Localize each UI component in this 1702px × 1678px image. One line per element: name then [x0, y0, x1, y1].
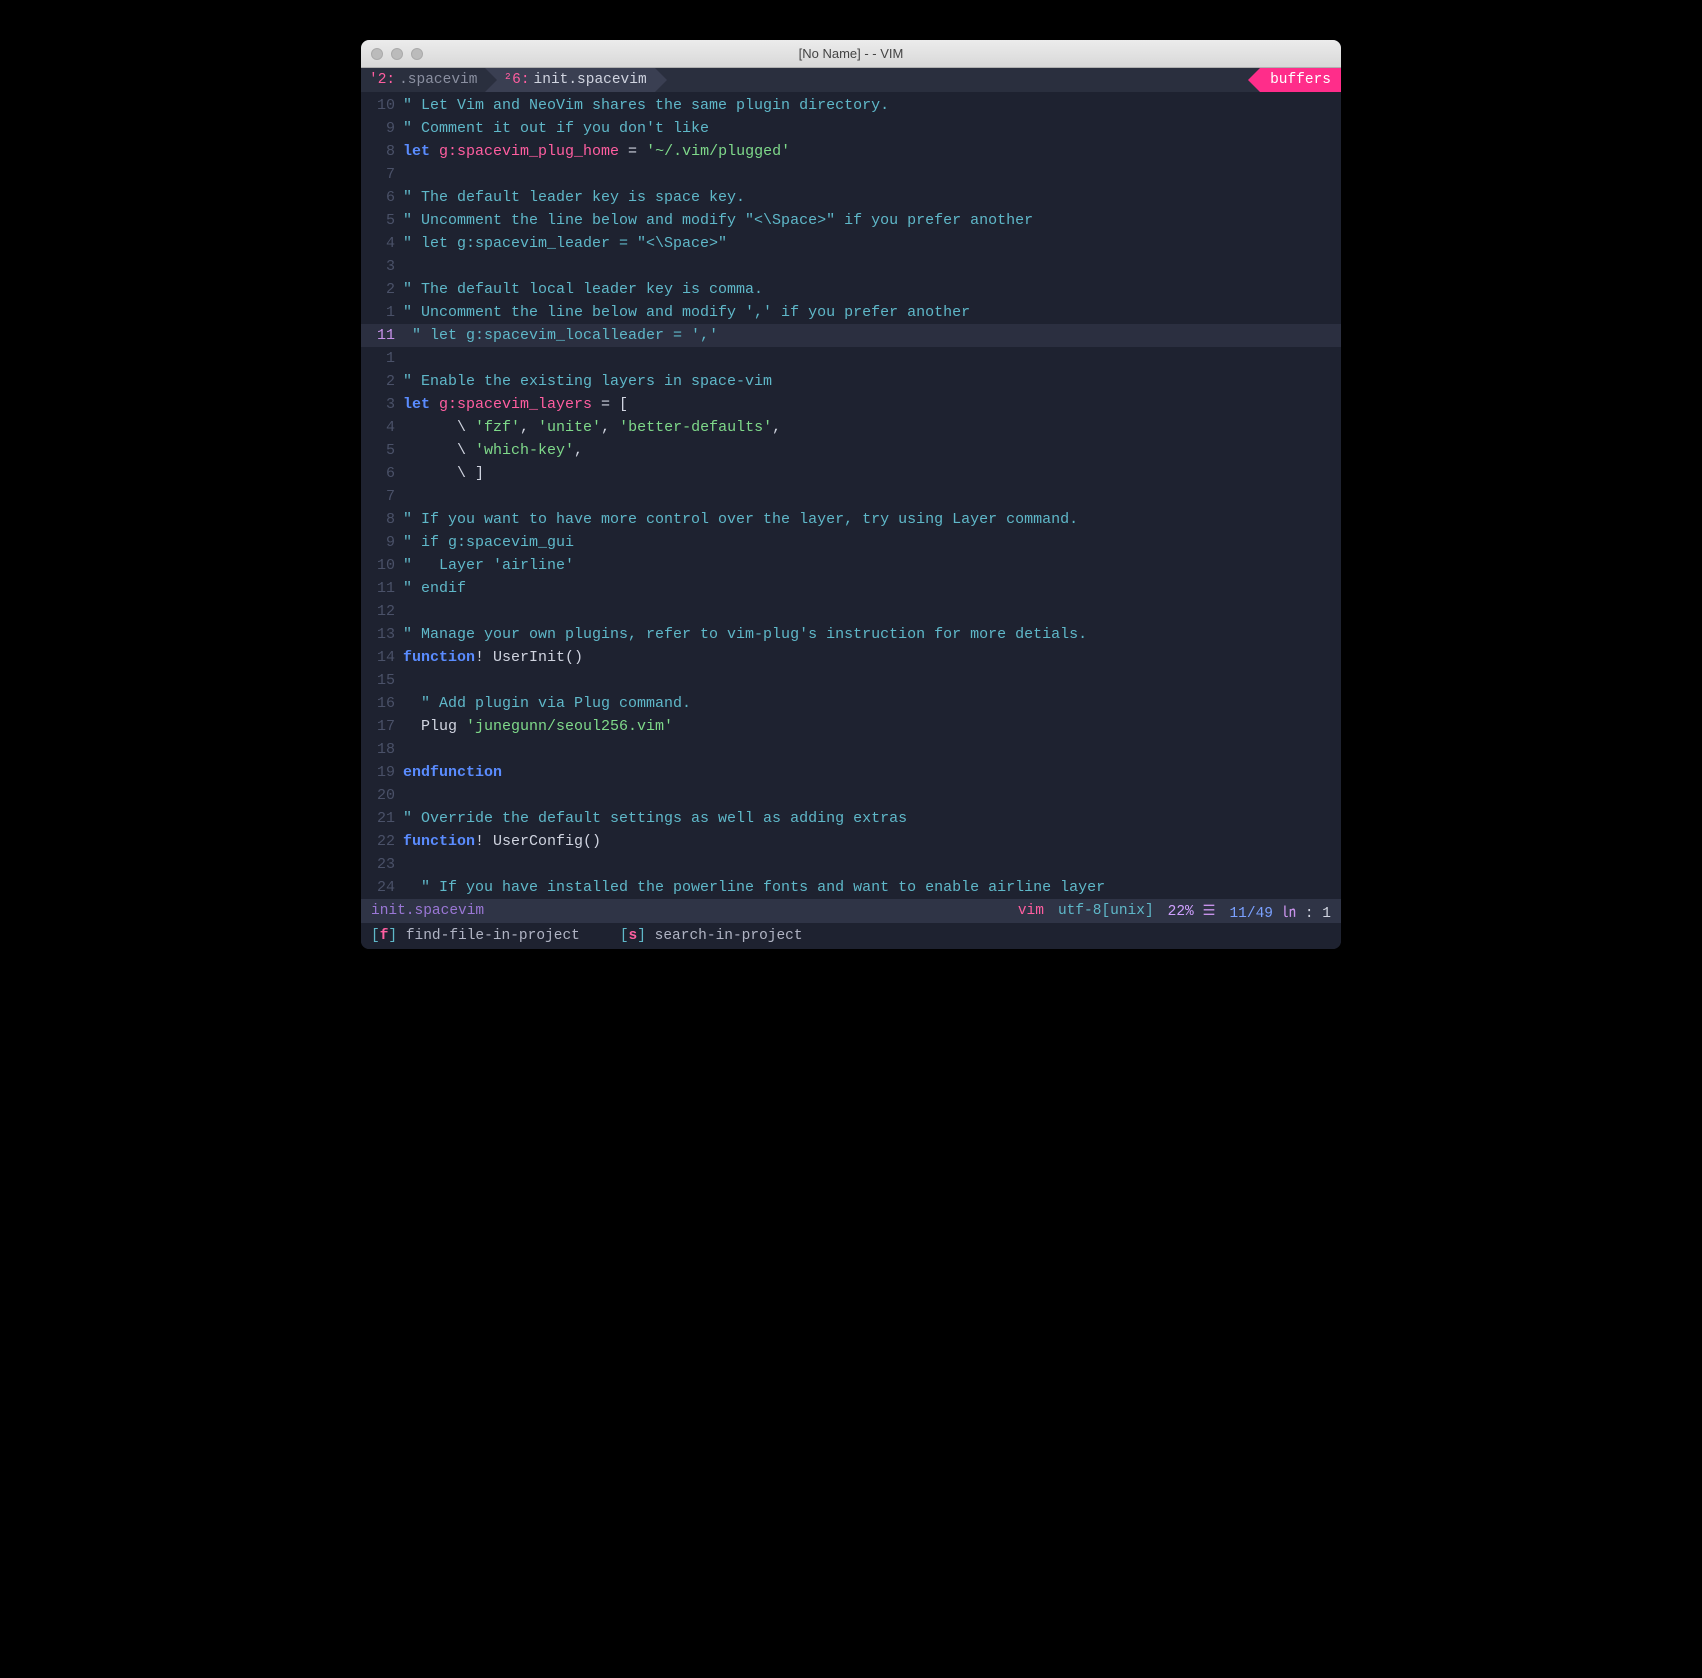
code-line: " let g:spacevim_localleader = ','	[403, 324, 1341, 347]
line-number: 2	[361, 370, 403, 393]
line-number: 2	[361, 278, 403, 301]
tab-label: .spacevim	[399, 72, 477, 88]
buffers-label: buffers	[1270, 72, 1331, 88]
code-line	[403, 738, 1341, 761]
code-line: " if g:spacevim_gui	[403, 531, 1341, 554]
code-line: " Layer 'airline'	[403, 554, 1341, 577]
code-line: let g:spacevim_layers = [	[403, 393, 1341, 416]
code-line: " Comment it out if you don't like	[403, 117, 1341, 140]
line-number: 7	[361, 163, 403, 186]
line-number: 22	[361, 830, 403, 853]
window-title: [No Name] - - VIM	[361, 46, 1341, 61]
line-number: 19	[361, 761, 403, 784]
code-line	[403, 347, 1341, 370]
code-line: " If you have installed the powerline fo…	[403, 876, 1341, 899]
line-number: 6	[361, 186, 403, 209]
code-line	[403, 853, 1341, 876]
tab-index: '2:	[369, 72, 395, 88]
code-line: \ 'fzf', 'unite', 'better-defaults',	[403, 416, 1341, 439]
code-line: " Uncomment the line below and modify "<…	[403, 209, 1341, 232]
status-filename: init.spacevim	[371, 903, 484, 919]
code-line: " Override the default settings as well …	[403, 807, 1341, 830]
line-number: 16	[361, 692, 403, 715]
buffers-indicator[interactable]: buffers	[1260, 68, 1341, 92]
line-number: 9	[361, 117, 403, 140]
code-line	[403, 600, 1341, 623]
code-line: " Add plugin via Plug command.	[403, 692, 1341, 715]
code-line: " let g:spacevim_leader = "<\Space>"	[403, 232, 1341, 255]
code-line: \ 'which-key',	[403, 439, 1341, 462]
code-line: " The default leader key is space key.	[403, 186, 1341, 209]
leader-find-file[interactable]: [f] find-file-in-project	[371, 928, 580, 944]
line-number: 1	[361, 301, 403, 324]
editor-viewport[interactable]: 10" Let Vim and NeoVim shares the same p…	[361, 92, 1341, 899]
line-number: 3	[361, 255, 403, 278]
tab-separator-icon	[655, 68, 667, 92]
code-line	[403, 784, 1341, 807]
tab-separator-icon	[485, 68, 497, 92]
code-line: " Uncomment the line below and modify ',…	[403, 301, 1341, 324]
code-line: Plug 'junegunn/seoul256.vim'	[403, 715, 1341, 738]
code-line: let g:spacevim_plug_home = '~/.vim/plugg…	[403, 140, 1341, 163]
line-number: 14	[361, 646, 403, 669]
app-window: [No Name] - - VIM '2: .spacevim ²6: init…	[361, 40, 1341, 949]
code-line: " Let Vim and NeoVim shares the same plu…	[403, 94, 1341, 117]
status-percent: 22% ☰	[1168, 903, 1216, 920]
line-number: 4	[361, 416, 403, 439]
leader-guide: [f] find-file-in-project [s] search-in-p…	[361, 923, 1341, 949]
status-encoding: utf-8[unix]	[1058, 903, 1154, 919]
code-line: " endif	[403, 577, 1341, 600]
code-line: function! UserConfig()	[403, 830, 1341, 853]
line-number: 5	[361, 439, 403, 462]
code-line: " Enable the existing layers in space-vi…	[403, 370, 1341, 393]
line-number: 5	[361, 209, 403, 232]
line-number: 12	[361, 600, 403, 623]
code-line	[403, 485, 1341, 508]
line-number: 24	[361, 876, 403, 899]
line-number: 9	[361, 531, 403, 554]
tab-index: ²6:	[503, 72, 529, 88]
tab-spacevim[interactable]: '2: .spacevim	[361, 68, 485, 92]
code-line: " If you want to have more control over …	[403, 508, 1341, 531]
code-line: \ ]	[403, 462, 1341, 485]
line-number: 3	[361, 393, 403, 416]
line-number: 15	[361, 669, 403, 692]
line-number: 11	[361, 577, 403, 600]
line-number: 20	[361, 784, 403, 807]
tabline: '2: .spacevim ²6: init.spacevim buffers	[361, 68, 1341, 92]
line-number: 10	[361, 94, 403, 117]
line-number: 11	[361, 324, 403, 347]
code-line	[403, 255, 1341, 278]
line-number: 7	[361, 485, 403, 508]
code-line: function! UserInit()	[403, 646, 1341, 669]
line-number: 18	[361, 738, 403, 761]
leader-search[interactable]: [s] search-in-project	[620, 928, 803, 944]
status-position: 11/49 ㏑ : 1	[1229, 901, 1331, 922]
line-number: 13	[361, 623, 403, 646]
code-line	[403, 163, 1341, 186]
line-number: 10	[361, 554, 403, 577]
line-number: 4	[361, 232, 403, 255]
code-line: " The default local leader key is comma.	[403, 278, 1341, 301]
code-line	[403, 669, 1341, 692]
line-number: 23	[361, 853, 403, 876]
tab-label: init.spacevim	[534, 72, 647, 88]
line-number: 8	[361, 508, 403, 531]
line-number: 17	[361, 715, 403, 738]
line-number: 6	[361, 462, 403, 485]
line-number: 8	[361, 140, 403, 163]
tab-init-spacevim[interactable]: ²6: init.spacevim	[485, 68, 654, 92]
line-number: 1	[361, 347, 403, 370]
statusline: init.spacevim vim utf-8[unix] 22% ☰ 11/4…	[361, 899, 1341, 923]
titlebar[interactable]: [No Name] - - VIM	[361, 40, 1341, 68]
code-line: " Manage your own plugins, refer to vim-…	[403, 623, 1341, 646]
status-filetype: vim	[1018, 903, 1044, 919]
line-number: 21	[361, 807, 403, 830]
code-line: endfunction	[403, 761, 1341, 784]
